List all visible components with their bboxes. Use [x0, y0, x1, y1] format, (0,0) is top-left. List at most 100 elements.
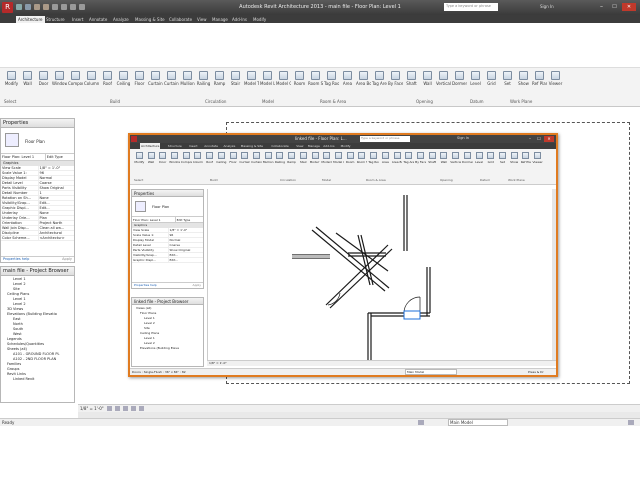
grid-button[interactable]: Grid: [484, 71, 499, 86]
view-scale-label[interactable]: 1/8" = 1'-0": [80, 406, 104, 411]
inner-apply-button[interactable]: Apply: [193, 283, 201, 288]
inner-roof-button[interactable]: Roof: [204, 152, 215, 164]
model-text-button[interactable]: Model Text: [244, 71, 259, 86]
mullion-button[interactable]: Mullion: [180, 71, 195, 86]
ceiling-button[interactable]: Ceiling: [116, 71, 131, 86]
property-value[interactable]: Edit...: [37, 206, 75, 210]
level-button[interactable]: Level: [468, 71, 483, 86]
inner-model-line-button[interactable]: Model Line: [321, 152, 332, 164]
undo-icon[interactable]: [34, 4, 40, 10]
ramp-button[interactable]: Ramp: [212, 71, 227, 86]
properties-help-link[interactable]: Properties help: [3, 257, 29, 262]
model-line-button[interactable]: Model Line: [260, 71, 275, 86]
wall-button[interactable]: Wall: [420, 71, 435, 86]
wall-segment[interactable]: [367, 313, 372, 360]
set-button[interactable]: Set: [500, 71, 515, 86]
property-value[interactable]: Project North: [37, 221, 75, 225]
inner-wall-button[interactable]: Wall: [439, 152, 450, 164]
open-icon[interactable]: [16, 4, 22, 10]
door-button[interactable]: Door: [36, 71, 51, 86]
ref-plane-button[interactable]: Ref Plane: [532, 71, 547, 86]
property-value[interactable]: None: [37, 196, 75, 200]
inner-scrollbar-vertical[interactable]: [552, 189, 556, 360]
inner-curtain-grid-button[interactable]: Curtain Grid: [251, 152, 262, 164]
by-face-button[interactable]: By Face: [388, 71, 403, 86]
inner-room-separator-button[interactable]: Room Separator: [357, 152, 367, 164]
component-button[interactable]: Component: [68, 71, 83, 86]
inner-mullion-button[interactable]: Mullion: [263, 152, 274, 164]
room-button[interactable]: Room: [292, 71, 307, 86]
viewer-button[interactable]: Viewer: [548, 71, 563, 86]
type-selector[interactable]: Floor Plan: [1, 128, 74, 154]
property-row[interactable]: Graphic Displ... Edit...: [132, 258, 203, 263]
inner-by-face-button[interactable]: By Face: [415, 152, 426, 164]
inner-floor-button[interactable]: Floor: [228, 152, 239, 164]
inner-tag-room-button[interactable]: Tag Room: [368, 152, 379, 164]
property-value[interactable]: Architectural: [37, 231, 75, 235]
inner-wall-button[interactable]: Wall: [146, 152, 157, 164]
modify-button[interactable]: Modify: [4, 71, 19, 86]
property-value[interactable]: 1/8" = 1'-0": [37, 166, 75, 170]
vertical-button[interactable]: Vertical: [436, 71, 451, 86]
property-value[interactable]: Edit...: [167, 253, 204, 257]
inner-column-button[interactable]: Column: [193, 152, 203, 164]
inner-revit-icon[interactable]: [131, 136, 137, 142]
wall-segment[interactable]: [325, 244, 389, 306]
railing-button[interactable]: Railing: [196, 71, 211, 86]
property-value[interactable]: None: [37, 211, 75, 215]
inner-drawing-area[interactable]: [207, 189, 552, 360]
inner-main-model-select[interactable]: Main Model: [405, 369, 457, 375]
window-button[interactable]: Window: [52, 71, 67, 86]
inner-ceiling-button[interactable]: Ceiling: [216, 152, 227, 164]
show-button[interactable]: Show: [516, 71, 531, 86]
inner-type-selector[interactable]: Floor Plan: [132, 197, 203, 217]
inner-ramp-button[interactable]: Ramp: [286, 152, 297, 164]
property-value[interactable]: Normal: [167, 238, 204, 242]
inner-viewer-button[interactable]: Viewer: [532, 152, 543, 164]
revit-app-icon[interactable]: R: [2, 2, 13, 13]
wall-segment[interactable]: [348, 252, 386, 257]
area-button[interactable]: Area: [340, 71, 355, 86]
apply-button[interactable]: Apply: [62, 257, 72, 262]
tree-item[interactable]: Linked Revit: [3, 377, 72, 382]
inner-ref-plane-button[interactable]: Ref Plane: [521, 152, 531, 164]
inner-model-text-button[interactable]: Model Text: [310, 152, 320, 164]
inner-room-button[interactable]: Room: [345, 152, 356, 164]
tree-item[interactable]: Elevations (Building Eleva: [134, 346, 201, 351]
inner-area-button[interactable]: Area: [380, 152, 391, 164]
curtain-grid-button[interactable]: Curtain Grid: [164, 71, 179, 86]
crop-view-icon[interactable]: [138, 406, 144, 411]
door-swing[interactable]: [327, 292, 341, 306]
tag-area-button[interactable]: Tag Area: [372, 71, 387, 86]
wall-segment[interactable]: [329, 248, 393, 309]
quick-access-toolbar[interactable]: [16, 4, 126, 11]
inner-railing-button[interactable]: Railing: [275, 152, 286, 164]
inner-maximize-button[interactable]: ☐: [535, 136, 543, 142]
tab-structure[interactable]: Structure: [44, 16, 67, 23]
inner-instance-selector[interactable]: Floor Plan: Level 1: [132, 217, 175, 222]
area-boundary-button[interactable]: Area Boundary: [356, 71, 371, 86]
text-icon[interactable]: [70, 4, 76, 10]
worksets-icon[interactable]: [418, 420, 424, 425]
inner-shaft-button[interactable]: Shaft: [427, 152, 438, 164]
inner-level-button[interactable]: Level: [474, 152, 485, 164]
wall-segment[interactable]: [420, 312, 430, 317]
roof-button[interactable]: Roof: [100, 71, 115, 86]
property-value[interactable]: 96: [37, 171, 75, 175]
tab-massing-site[interactable]: Massing & Site: [133, 16, 167, 23]
inner-press-drag-label[interactable]: Press & Dr: [528, 370, 544, 374]
inner-properties-help-link[interactable]: Properties help: [134, 283, 157, 288]
property-value[interactable]: Show Original: [37, 186, 75, 190]
minimize-button[interactable]: –: [596, 3, 607, 11]
inner-modify-button[interactable]: Modify: [134, 152, 145, 164]
inner-view-scale-label[interactable]: 1/8" = 1'-0": [209, 361, 227, 365]
inner-curtain-system-button[interactable]: Curtain System: [239, 152, 250, 164]
selected-door-highlight[interactable]: [403, 310, 421, 320]
inner-close-button[interactable]: ✕: [544, 136, 554, 142]
inner-dormer-button[interactable]: Dormer: [462, 152, 473, 164]
stair-button[interactable]: Stair: [228, 71, 243, 86]
property-value[interactable]: Show Original: [167, 248, 204, 252]
sign-in-link[interactable]: Sign In: [540, 4, 554, 9]
property-value[interactable]: Edit...: [167, 258, 204, 262]
shadows-icon[interactable]: [130, 406, 136, 411]
